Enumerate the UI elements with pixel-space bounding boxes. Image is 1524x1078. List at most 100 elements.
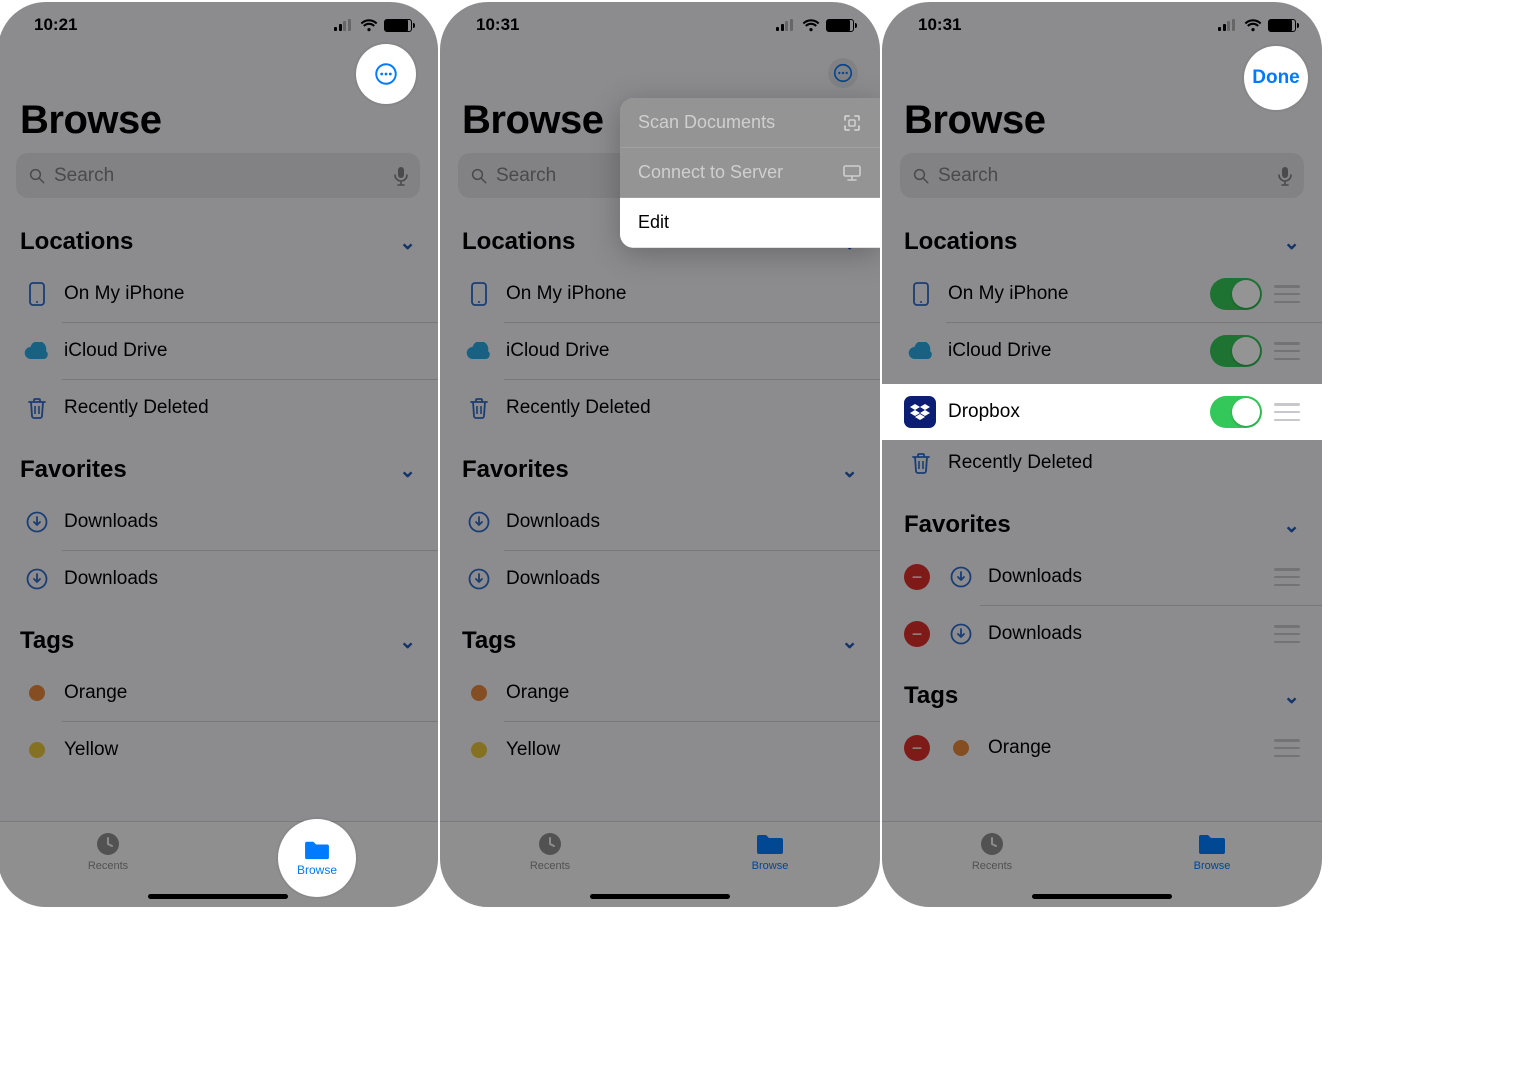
- row-label: On My iPhone: [948, 283, 1210, 305]
- row-label: iCloud Drive: [64, 340, 416, 362]
- home-indicator[interactable]: [1032, 894, 1172, 899]
- section-tags[interactable]: Tags ⌄: [440, 607, 880, 665]
- tab-label: Recents: [88, 860, 128, 872]
- section-tags[interactable]: Tags ⌄: [882, 662, 1322, 720]
- tag-dot-icon: [462, 742, 496, 758]
- toggle-on-my-iphone[interactable]: [1210, 278, 1262, 310]
- tag-orange[interactable]: Orange: [440, 665, 880, 721]
- battery-icon: [1268, 19, 1296, 32]
- row-label: Downloads: [988, 566, 1262, 588]
- menu-connect-server[interactable]: Connect to Server: [620, 148, 880, 198]
- download-icon: [20, 568, 54, 590]
- location-recently-deleted[interactable]: Recently Deleted: [0, 380, 438, 436]
- row-label: Dropbox: [948, 401, 1210, 423]
- drag-handle[interactable]: [1274, 568, 1300, 586]
- section-header-label: Favorites: [904, 511, 1011, 539]
- chevron-down-icon: ⌄: [1283, 513, 1300, 538]
- trash-icon: [20, 397, 54, 419]
- iphone-icon: [904, 282, 938, 306]
- location-recently-deleted[interactable]: Recently Deleted: [440, 380, 880, 436]
- location-dropbox[interactable]: Dropbox: [882, 384, 1322, 440]
- search-placeholder: Search: [938, 165, 998, 187]
- dropbox-icon: [904, 396, 936, 428]
- chevron-down-icon: ⌄: [841, 458, 858, 483]
- tab-bar: Recents Browse: [0, 821, 438, 907]
- tag-dot-icon: [20, 685, 54, 701]
- tag-dot-icon: [20, 742, 54, 758]
- mic-icon[interactable]: [1278, 166, 1292, 186]
- location-icloud-drive[interactable]: iCloud Drive: [0, 323, 438, 379]
- location-icloud-drive[interactable]: iCloud Drive: [882, 323, 1322, 379]
- section-tags[interactable]: Tags ⌄: [0, 607, 438, 665]
- status-bar: 10:21: [0, 2, 438, 48]
- location-on-my-iphone[interactable]: On My iPhone: [0, 266, 438, 322]
- drag-handle[interactable]: [1274, 285, 1300, 303]
- more-button[interactable]: [828, 58, 858, 88]
- favorite-downloads[interactable]: − Downloads: [882, 606, 1322, 662]
- favorite-downloads[interactable]: Downloads: [440, 551, 880, 607]
- favorite-downloads[interactable]: Downloads: [440, 494, 880, 550]
- top-row: [440, 48, 880, 98]
- remove-icon[interactable]: −: [904, 735, 930, 761]
- favorite-downloads[interactable]: Downloads: [0, 551, 438, 607]
- section-favorites[interactable]: Favorites ⌄: [0, 436, 438, 494]
- mic-icon[interactable]: [394, 166, 408, 186]
- row-label: Yellow: [64, 739, 416, 761]
- tab-bar: Recents Browse: [882, 821, 1322, 907]
- row-label: Downloads: [64, 568, 416, 590]
- toggle-dropbox[interactable]: [1210, 396, 1262, 428]
- section-header-label: Locations: [904, 228, 1017, 256]
- home-indicator[interactable]: [590, 894, 730, 899]
- page-title: Browse: [882, 98, 1322, 153]
- search-placeholder: Search: [496, 165, 556, 187]
- favorite-downloads[interactable]: Downloads: [0, 494, 438, 550]
- search-input[interactable]: Search: [16, 153, 420, 198]
- row-label: On My iPhone: [64, 283, 416, 305]
- status-icons: [776, 19, 854, 32]
- folder-icon: [1197, 830, 1227, 858]
- row-label: Downloads: [988, 623, 1262, 645]
- favorite-downloads[interactable]: − Downloads: [882, 549, 1322, 605]
- remove-icon[interactable]: −: [904, 621, 930, 647]
- remove-icon[interactable]: −: [904, 564, 930, 590]
- tab-label: Recents: [530, 860, 570, 872]
- download-icon: [462, 568, 496, 590]
- toggle-icloud-drive[interactable]: [1210, 335, 1262, 367]
- location-icloud-drive[interactable]: iCloud Drive: [440, 323, 880, 379]
- wifi-icon: [802, 19, 820, 32]
- search-placeholder: Search: [54, 165, 114, 187]
- row-label: Recently Deleted: [64, 397, 416, 419]
- tag-orange[interactable]: − Orange: [882, 720, 1322, 776]
- section-locations[interactable]: Locations ⌄: [0, 208, 438, 266]
- tab-label: Browse: [752, 860, 789, 872]
- section-favorites[interactable]: Favorites ⌄: [882, 491, 1322, 549]
- menu-scan-documents[interactable]: Scan Documents: [620, 98, 880, 148]
- home-indicator[interactable]: [148, 894, 288, 899]
- status-icons: [334, 19, 412, 32]
- search-input[interactable]: Search: [900, 153, 1304, 198]
- drag-handle[interactable]: [1274, 739, 1300, 757]
- search-icon: [470, 167, 488, 185]
- tag-orange[interactable]: Orange: [0, 665, 438, 721]
- drag-handle[interactable]: [1274, 403, 1300, 421]
- row-label: Downloads: [506, 511, 858, 533]
- chevron-down-icon: ⌄: [399, 458, 416, 483]
- tag-yellow[interactable]: Yellow: [440, 722, 880, 778]
- download-icon: [944, 623, 978, 645]
- download-icon: [20, 511, 54, 533]
- location-on-my-iphone[interactable]: On My iPhone: [882, 266, 1322, 322]
- signal-icon: [1218, 19, 1238, 31]
- tag-yellow[interactable]: Yellow: [0, 722, 438, 778]
- menu-edit[interactable]: Edit: [620, 198, 880, 248]
- section-header-label: Locations: [20, 228, 133, 256]
- drag-handle[interactable]: [1274, 342, 1300, 360]
- cloud-icon: [904, 342, 938, 360]
- drag-handle[interactable]: [1274, 625, 1300, 643]
- scan-icon: [842, 113, 862, 133]
- location-on-my-iphone[interactable]: On My iPhone: [440, 266, 880, 322]
- location-recently-deleted[interactable]: Recently Deleted: [882, 435, 1322, 491]
- row-label: Orange: [64, 682, 416, 704]
- chevron-down-icon: ⌄: [1283, 684, 1300, 709]
- section-locations[interactable]: Locations ⌄: [882, 208, 1322, 266]
- section-favorites[interactable]: Favorites ⌄: [440, 436, 880, 494]
